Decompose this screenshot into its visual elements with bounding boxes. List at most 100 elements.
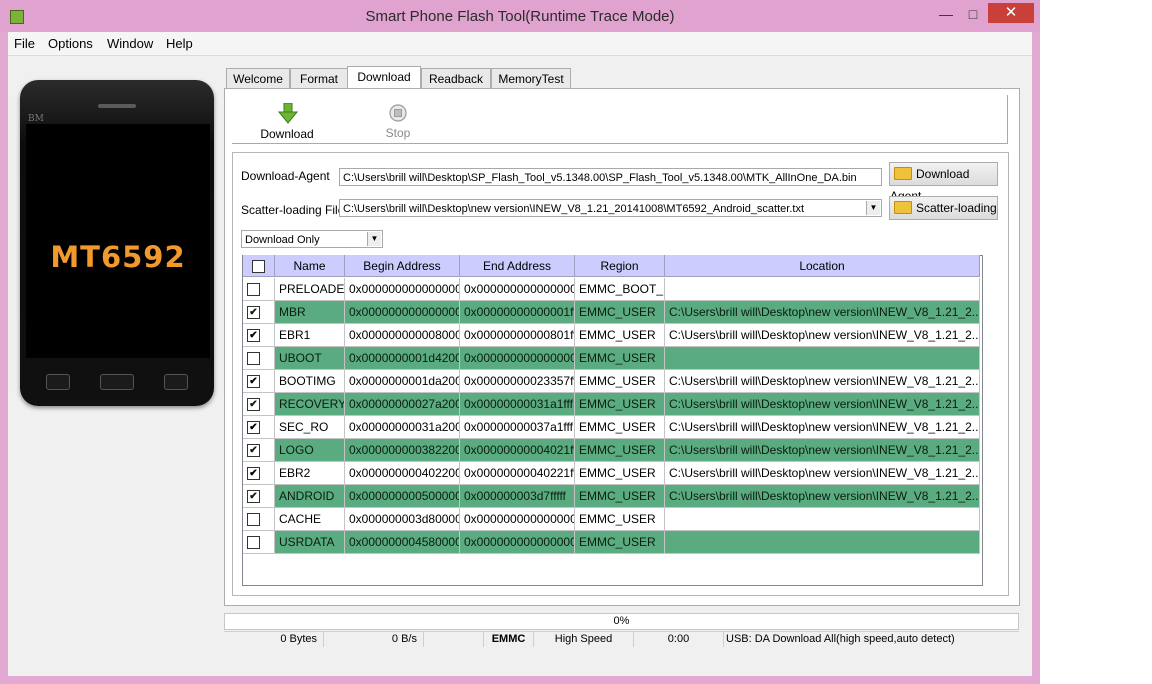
row-checkbox-checked[interactable]: ✔ bbox=[247, 329, 260, 342]
status-bytes: 0 Bytes bbox=[224, 631, 324, 647]
region-cell: EMMC_USER bbox=[575, 324, 665, 347]
tab-readback[interactable]: Readback bbox=[421, 68, 491, 89]
table-row[interactable]: ✔ EBR2 0x0000000004022000 0x00000000040221f… bbox=[243, 462, 980, 485]
partition-name-cell: LOGO bbox=[275, 439, 345, 462]
column-header-name[interactable]: Name bbox=[275, 255, 345, 277]
menu-file[interactable]: File bbox=[14, 36, 35, 51]
end-address-cell: 0x000000003d7fffff bbox=[460, 485, 575, 508]
table-row[interactable]: USRDATA 0x0000000045800000 0x0000000000000… bbox=[243, 531, 980, 554]
row-checkbox-cell[interactable]: ✔ bbox=[243, 370, 275, 393]
table-row[interactable]: ✔ SEC_RO 0x00000000031a2000 0x00000000037a1… bbox=[243, 416, 980, 439]
begin-address-cell: 0x00000000031a2000 bbox=[345, 416, 460, 439]
phone-menu-key-icon bbox=[46, 374, 70, 390]
row-checkbox-checked[interactable]: ✔ bbox=[247, 306, 260, 319]
stop-button[interactable]: Stop bbox=[370, 100, 426, 142]
chevron-down-icon[interactable]: ▼ bbox=[866, 201, 880, 215]
end-address-cell: 0x00000000037a1fff bbox=[460, 416, 575, 439]
begin-address-cell: 0x0000000003822000 bbox=[345, 439, 460, 462]
row-checkbox-checked[interactable]: ✔ bbox=[247, 444, 260, 457]
location-cell bbox=[665, 347, 980, 370]
column-header-location[interactable]: Location bbox=[665, 255, 980, 277]
status-speed: 0 B/s bbox=[324, 631, 424, 647]
row-checkbox[interactable] bbox=[247, 352, 260, 365]
download-mode-select[interactable]: Download Only ▼ bbox=[241, 230, 383, 248]
region-cell: EMMC_USER bbox=[575, 508, 665, 531]
menu-help[interactable]: Help bbox=[166, 36, 193, 51]
scatter-file-select[interactable]: C:\Users\brill will\Desktop\new version\… bbox=[339, 199, 882, 217]
end-address-cell: 0x0000000000000000 bbox=[460, 347, 575, 370]
row-checkbox-cell[interactable] bbox=[243, 278, 275, 301]
row-checkbox-cell[interactable]: ✔ bbox=[243, 416, 275, 439]
row-checkbox[interactable] bbox=[247, 536, 260, 549]
region-cell: EMMC_USER bbox=[575, 370, 665, 393]
row-checkbox-cell[interactable] bbox=[243, 531, 275, 554]
scatter-file-value: C:\Users\brill will\Desktop\new version\… bbox=[343, 203, 805, 215]
row-checkbox-cell[interactable]: ✔ bbox=[243, 324, 275, 347]
table-row[interactable]: ✔ MBR 0x0000000000000000 0x00000000000001ff… bbox=[243, 301, 980, 324]
table-row[interactable]: ✔ ANDROID 0x0000000005000000 0x000000003d7f… bbox=[243, 485, 980, 508]
table-row[interactable]: ✔ EBR1 0x0000000000080000 0x00000000000801f… bbox=[243, 324, 980, 347]
tab-welcome[interactable]: Welcome bbox=[226, 68, 290, 89]
row-checkbox-cell[interactable]: ✔ bbox=[243, 393, 275, 416]
row-checkbox-cell[interactable]: ✔ bbox=[243, 301, 275, 324]
begin-address-cell: 0x0000000005000000 bbox=[345, 485, 460, 508]
begin-address-cell: 0x000000003d800000 bbox=[345, 508, 460, 531]
row-checkbox[interactable] bbox=[247, 283, 260, 296]
minimize-icon[interactable]: — bbox=[931, 4, 961, 24]
stop-button-label: Stop bbox=[385, 126, 411, 140]
table-row[interactable]: PRELOADER0x00000000000000000x00000000000… bbox=[243, 278, 980, 301]
menu-bar bbox=[8, 32, 1032, 56]
row-checkbox-checked[interactable]: ✔ bbox=[247, 398, 260, 411]
row-checkbox[interactable] bbox=[247, 513, 260, 526]
row-checkbox-checked[interactable]: ✔ bbox=[247, 467, 260, 480]
maximize-icon[interactable]: □ bbox=[958, 4, 988, 24]
download-agent-button[interactable]: Download Agent bbox=[889, 162, 998, 203]
table-row[interactable]: UBOOT 0x0000000001d42000 0x000000000000000… bbox=[243, 347, 980, 370]
row-checkbox-cell[interactable]: ✔ bbox=[243, 462, 275, 485]
tab-download[interactable]: Download bbox=[347, 66, 421, 90]
select-all-header[interactable] bbox=[243, 255, 275, 277]
row-checkbox-cell[interactable]: ✔ bbox=[243, 485, 275, 508]
scatter-loading-button[interactable]: Scatter-loading bbox=[889, 196, 998, 220]
tab-memorytest[interactable]: MemoryTest bbox=[491, 68, 571, 89]
location-cell: C:\Users\brill will\Desktop\new version\… bbox=[665, 485, 980, 508]
location-cell: C:\Users\brill will\Desktop\new version\… bbox=[665, 416, 980, 439]
begin-address-cell: 0x0000000004022000 bbox=[345, 462, 460, 485]
table-row[interactable]: ✔ BOOTIMG 0x0000000001da2000 0x000000000233… bbox=[243, 370, 980, 393]
end-address-cell: 0x0000000000000000 bbox=[460, 531, 575, 554]
menu-window[interactable]: Window bbox=[107, 36, 153, 51]
chevron-down-icon[interactable]: ▼ bbox=[367, 232, 381, 246]
row-checkbox-checked[interactable]: ✔ bbox=[247, 375, 260, 388]
phone-brand-text: BM bbox=[28, 114, 44, 124]
close-icon[interactable]: ✕ bbox=[988, 3, 1034, 23]
region-cell: EMMC_USER bbox=[575, 439, 665, 462]
table-row[interactable]: ✔ LOGO 0x0000000003822000 0x00000000004021f… bbox=[243, 439, 980, 462]
select-all-checkbox[interactable] bbox=[252, 260, 265, 273]
table-row[interactable]: CACHE 0x000000003d800000 0x000000000000000… bbox=[243, 508, 980, 531]
download-mode-value: Download Only bbox=[245, 234, 320, 246]
partition-name-cell: EBR1 bbox=[275, 324, 345, 347]
download-button-label: Download bbox=[260, 127, 314, 141]
menu-options[interactable]: Options bbox=[48, 36, 93, 51]
row-checkbox-checked[interactable]: ✔ bbox=[247, 421, 260, 434]
scatter-loading-label: Scatter-loading File bbox=[241, 203, 345, 217]
begin-address-cell: 0x0000000000080000 bbox=[345, 324, 460, 347]
column-header-end-address[interactable]: End Address bbox=[460, 255, 575, 277]
row-checkbox-cell[interactable] bbox=[243, 347, 275, 370]
folder-icon bbox=[894, 167, 912, 181]
download-button[interactable]: Download bbox=[256, 100, 318, 142]
row-checkbox-checked[interactable]: ✔ bbox=[247, 490, 260, 503]
region-cell: EMMC_USER bbox=[575, 347, 665, 370]
phone-earpiece bbox=[98, 104, 136, 108]
download-agent-path-field[interactable]: C:\Users\brill will\Desktop\SP_Flash_Too… bbox=[339, 168, 882, 186]
partition-name-cell: MBR bbox=[275, 301, 345, 324]
column-header-region[interactable]: Region bbox=[575, 255, 665, 277]
download-arrow-icon bbox=[278, 103, 298, 124]
location-cell: C:\Users\brill will\Desktop\new version\… bbox=[665, 439, 980, 462]
tab-format[interactable]: Format bbox=[290, 68, 348, 89]
column-header-begin-address[interactable]: Begin Address bbox=[345, 255, 460, 277]
row-checkbox-cell[interactable]: ✔ bbox=[243, 439, 275, 462]
row-checkbox-cell[interactable] bbox=[243, 508, 275, 531]
table-row[interactable]: ✔ RECOVERY 0x00000000027a2000 0x00000000031… bbox=[243, 393, 980, 416]
region-cell: EMMC_USER bbox=[575, 301, 665, 324]
